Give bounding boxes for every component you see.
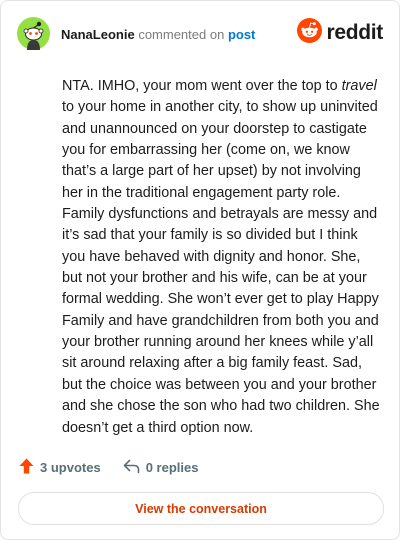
comment-body-emphasis: travel xyxy=(341,78,377,94)
comment-body-text: NTA. IMHO, your mom went over the top to xyxy=(62,78,342,94)
view-conversation-button[interactable]: View the conversation xyxy=(18,492,384,525)
reply-arrow-icon xyxy=(123,458,146,477)
upvote-count: 3 upvotes xyxy=(40,459,101,475)
reddit-brand[interactable]: reddit xyxy=(297,18,383,48)
comment-body-text-rest: to your home in another city, to show up… xyxy=(62,78,384,436)
snoo-avatar-icon[interactable] xyxy=(17,17,50,50)
comment-meta: NanaLeonie commented on post xyxy=(61,27,255,43)
action-text: commented on xyxy=(138,27,225,42)
comment-body: NTA. IMHO, your mom went over the top to… xyxy=(62,76,384,439)
comment-card: NanaLeonie commented on post reddit NTA.… xyxy=(0,0,400,540)
reddit-logo-icon xyxy=(297,18,323,48)
username-link[interactable]: NanaLeonie xyxy=(61,27,135,42)
comment-footer: 3 upvotes 0 replies xyxy=(19,457,198,477)
post-link[interactable]: post xyxy=(228,27,255,42)
comment-header: NanaLeonie commented on post reddit xyxy=(17,17,383,51)
upvote-stat[interactable]: 3 upvotes xyxy=(19,458,101,477)
upvote-arrow-icon xyxy=(19,458,40,477)
view-conversation-label: View the conversation xyxy=(135,501,267,516)
reply-count: 0 replies xyxy=(145,459,199,475)
reply-stat[interactable]: 0 replies xyxy=(123,458,199,477)
reddit-wordmark: reddit xyxy=(326,21,383,44)
